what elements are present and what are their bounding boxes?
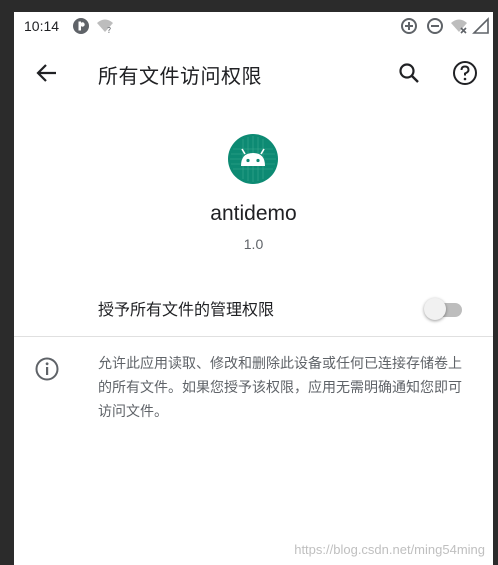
info-icon xyxy=(35,357,59,381)
status-time: 10:14 xyxy=(24,18,60,34)
help-icon xyxy=(453,61,477,85)
svg-text:?: ? xyxy=(107,26,111,35)
do-not-disturb-icon xyxy=(427,18,443,34)
data-saver-icon xyxy=(401,18,417,34)
wifi-question-icon: ? xyxy=(97,19,113,35)
phone-screen: 10:14 ? 所有文件访问权限 antidemo 1.0 授予所有文件的管理权… xyxy=(14,12,493,565)
search-icon xyxy=(399,63,419,83)
app-bar: 所有文件访问权限 xyxy=(14,40,493,108)
help-button[interactable] xyxy=(450,58,480,88)
permission-switch[interactable] xyxy=(424,296,462,320)
wifi-off-icon xyxy=(451,19,467,34)
app-notification-icon xyxy=(73,18,89,34)
permission-toggle-row[interactable]: 授予所有文件的管理权限 xyxy=(14,282,493,336)
permission-label: 授予所有文件的管理权限 xyxy=(98,300,275,319)
arrow-back-icon xyxy=(36,64,56,82)
watermark: https://blog.csdn.net/ming54ming xyxy=(294,542,485,557)
battery-icon xyxy=(472,17,489,34)
back-button[interactable] xyxy=(32,58,62,88)
android-app-icon xyxy=(228,134,278,184)
page-title: 所有文件访问权限 xyxy=(98,64,262,88)
switch-thumb xyxy=(424,298,446,320)
status-bar: 10:14 ? xyxy=(14,12,493,40)
app-version: 1.0 xyxy=(243,236,264,252)
info-text: 允许此应用读取、修改和删除此设备或任何已连接存储卷上的所有文件。如果您授予该权限… xyxy=(98,356,462,420)
search-button[interactable] xyxy=(394,58,424,88)
app-name: antidemo xyxy=(210,202,297,225)
divider xyxy=(14,336,493,337)
